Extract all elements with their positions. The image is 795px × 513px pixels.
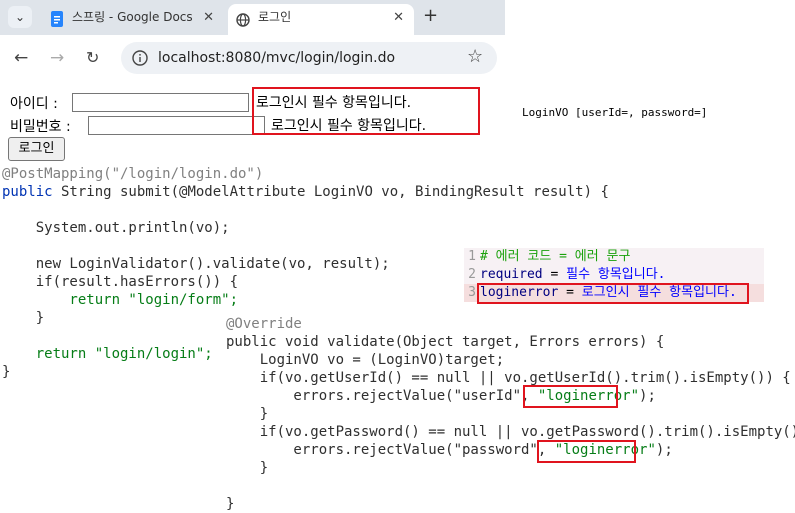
globe-icon: [236, 10, 250, 27]
line-number: 1: [468, 249, 476, 264]
site-info-icon[interactable]: [131, 49, 149, 67]
forward-arrow-icon[interactable]: →: [50, 46, 64, 70]
tab-label: 로그인: [258, 10, 292, 24]
password-input[interactable]: [88, 116, 265, 135]
code-line: String submit(@ModelAttribute LoginVO vo…: [52, 184, 609, 200]
back-arrow-icon[interactable]: ←: [14, 46, 28, 70]
tab-login[interactable]: 로그인 ✕: [228, 4, 414, 35]
console-output: LoginVO [userId=, password=]: [522, 106, 708, 119]
code-line: LoginVO vo = (LoginVO)target;: [226, 352, 505, 368]
line-number: 2: [468, 267, 476, 282]
code-line: if(vo.getPassword() == null || vo.getPas…: [226, 424, 795, 440]
props-comment: # 에러 코드 = 에러 문구: [480, 249, 631, 264]
close-icon[interactable]: ✕: [393, 4, 404, 31]
tab-label: 스프링 - Google Docs: [72, 10, 193, 24]
login-button[interactable]: 로그인: [8, 137, 65, 161]
google-docs-icon: [50, 10, 64, 27]
tab-search-button[interactable]: ⌄: [8, 6, 32, 28]
props-value: 필수 항목입니다.: [566, 267, 666, 282]
code-line: if(vo.getUserId() == null || vo.getUserI…: [226, 370, 791, 386]
password-label: 비밀번호 :: [10, 119, 71, 135]
line-number: 3: [468, 285, 476, 300]
bookmark-star-icon[interactable]: ☆: [467, 45, 483, 69]
code-line: System.out.println(vo);: [2, 220, 230, 236]
code-line: );: [639, 388, 656, 404]
code-line: }: [226, 460, 269, 476]
userid-input[interactable]: [72, 93, 249, 112]
code-line: public void validate(Object target, Erro…: [226, 334, 665, 350]
code-line: }: [226, 496, 235, 512]
highlight-box: [477, 283, 749, 304]
code-line: @PostMapping("/login/login.do"): [2, 166, 264, 182]
code-line: if(result.hasErrors()) {: [2, 274, 239, 290]
code-line: return "login/login";: [2, 346, 213, 362]
url-text[interactable]: localhost:8080/mvc/login/login.do: [158, 48, 395, 68]
highlight-box: [537, 440, 636, 463]
reload-icon[interactable]: ↻: [86, 46, 99, 70]
code-line: return "login/form";: [2, 292, 239, 308]
code-line: }: [2, 310, 45, 326]
props-key: required: [480, 267, 543, 282]
code-line: new LoginValidator().validate(vo, result…: [2, 256, 390, 272]
code-line: );: [655, 442, 673, 458]
highlight-box: [523, 385, 618, 408]
close-icon[interactable]: ✕: [203, 4, 214, 31]
new-tab-button[interactable]: +: [423, 4, 438, 28]
code-line: @Override: [226, 316, 302, 332]
code-line: }: [2, 364, 11, 380]
code-line: errors.rejectValue("userId",: [226, 388, 538, 404]
code-line: }: [226, 406, 269, 422]
code-keyword: public: [2, 184, 53, 200]
validator-code: @Override public void validate(Object ta…: [226, 315, 795, 513]
userid-label: 아이디 :: [10, 96, 58, 112]
highlight-box: [252, 87, 480, 135]
code-line: errors.rejectValue("password",: [226, 442, 555, 458]
props-eq: =: [542, 267, 567, 282]
tab-google-docs[interactable]: 스프링 - Google Docs ✕: [42, 4, 224, 31]
